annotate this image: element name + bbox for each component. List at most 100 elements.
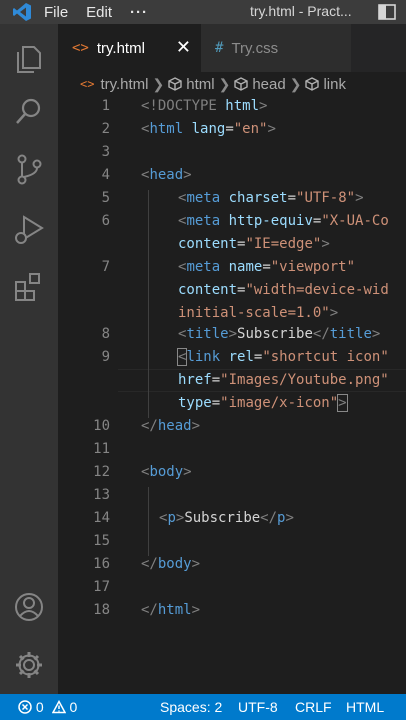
tag-token: html [157,602,192,618]
attr-token: name [228,259,263,275]
code-line-wrap: type="image/x-icon"> [178,394,348,412]
tag-token: html [149,121,184,137]
line-number: 5 [101,190,110,206]
attr-token: lang [191,121,226,137]
layout-toggle-icon[interactable] [378,3,396,25]
string-token: "IE=edge" [245,236,322,252]
eol-status[interactable]: CRLF [295,699,332,715]
indentation-status[interactable]: Spaces: 2 [160,699,222,715]
tag-token: link [186,349,221,365]
encoding-status[interactable]: UTF-8 [238,699,278,715]
cube-icon [305,77,320,91]
line-number: 2 [101,121,110,137]
code-line: </html> [141,602,201,618]
line-number: 13 [93,487,110,503]
tag-token: title [186,326,229,342]
chevron-right-icon: ❯ [218,75,231,92]
html-file-icon: <> [80,77,95,91]
tab-label: Try.css [231,39,279,57]
bracket-token: > [259,98,268,114]
run-debug-icon[interactable] [12,212,46,246]
tag-token: meta [186,259,221,275]
indent-guide [148,487,149,556]
tag-token: head [157,418,192,434]
window-title: try.html - Pract... [250,3,352,19]
cube-icon [168,77,182,91]
tag-token: body [157,556,192,572]
doctype-html-token: html [225,98,260,114]
code-line: <!DOCTYPE html> [141,98,267,114]
attr-token: href [178,372,212,388]
string-token: "UTF-8" [296,190,356,206]
line-number: 6 [101,213,110,229]
code-line: <html lang="en"> [141,121,276,137]
breadcrumb-file[interactable]: try.html [100,76,148,93]
menu-file[interactable]: File [44,4,68,21]
breadcrumb-link[interactable]: link [323,76,346,93]
tag-token: meta [186,190,221,206]
error-icon [18,700,32,714]
code-line: </head> [141,418,201,434]
bracket-token: > [267,121,276,137]
explorer-files-icon[interactable] [12,42,46,76]
line-number: 17 [93,579,110,595]
line-number: 18 [93,602,110,618]
code-line: </body> [141,556,201,572]
menu-more-button[interactable]: ··· [130,4,148,21]
code-line: <title>Subscribe</title> [178,326,381,342]
text-token: Subscribe [237,326,313,342]
menu-edit[interactable]: Edit [86,4,112,21]
code-line: <head> [141,167,192,183]
string-token: "width=device-wid [245,282,389,298]
code-line: <link rel="shortcut icon" [176,348,389,366]
string-token: "image/x-icon" [220,395,339,411]
attr-token: type [178,395,212,411]
extensions-icon[interactable] [12,270,46,304]
tab-try-html[interactable]: <> try.html ✕ [58,24,201,72]
vscode-logo-icon [0,0,44,24]
equals-token: = [225,121,234,137]
chevron-right-icon: ❯ [152,75,165,92]
error-count: 0 [35,699,44,715]
indent-guide [148,190,149,418]
code-line: <body> [141,464,192,480]
attr-token: http-equiv [228,213,313,229]
string-token: "shortcut icon" [262,349,389,365]
css-file-icon: # [215,40,224,56]
tab-try-css[interactable]: # Try.css [201,24,351,72]
language-mode-status[interactable]: HTML [346,699,384,715]
tab-bar: <> try.html ✕ # Try.css [58,24,406,72]
title-bar: File Edit ··· try.html - Pract... [0,0,406,24]
status-bar: 0 0 Spaces: 2 UTF-8 CRLF HTML [0,694,406,720]
tag-token: head [149,167,184,183]
code-line-wrap: href="Images/Youtube.png" [178,372,389,388]
line-number: 15 [93,533,110,549]
attr-token: content [178,282,238,298]
string-token: initial-scale=1.0" [178,305,330,321]
breadcrumb-head[interactable]: head [252,76,285,93]
code-line-wrap: initial-scale=1.0"> [178,305,339,321]
breadcrumb-html[interactable]: html [186,76,214,93]
activity-bar [0,24,58,694]
account-icon[interactable] [12,590,46,624]
code-editor[interactable]: 1 2 3 4 5 6 7 8 9 10 11 12 13 14 15 16 1… [58,96,406,694]
line-number: 12 [93,464,110,480]
line-number: 8 [101,326,110,342]
search-icon[interactable] [12,94,46,128]
tag-token: meta [186,213,221,229]
line-number: 3 [101,144,110,160]
cube-icon [234,77,249,91]
settings-gear-icon[interactable] [12,648,46,682]
line-number: 7 [101,259,110,275]
tag-token: body [149,464,184,480]
tag-token: title [329,326,372,342]
code-line: <p>Subscribe</p> [159,510,294,526]
line-number: 4 [101,167,110,183]
warning-count: 0 [69,699,78,715]
source-control-icon[interactable] [12,152,46,186]
doctype-token: <!DOCTYPE [141,98,217,114]
tab-label: try.html [96,39,145,57]
string-token: "Images/Youtube.png" [220,372,389,388]
problems-indicator[interactable]: 0 0 [18,699,77,715]
close-tab-icon[interactable]: ✕ [176,37,191,58]
